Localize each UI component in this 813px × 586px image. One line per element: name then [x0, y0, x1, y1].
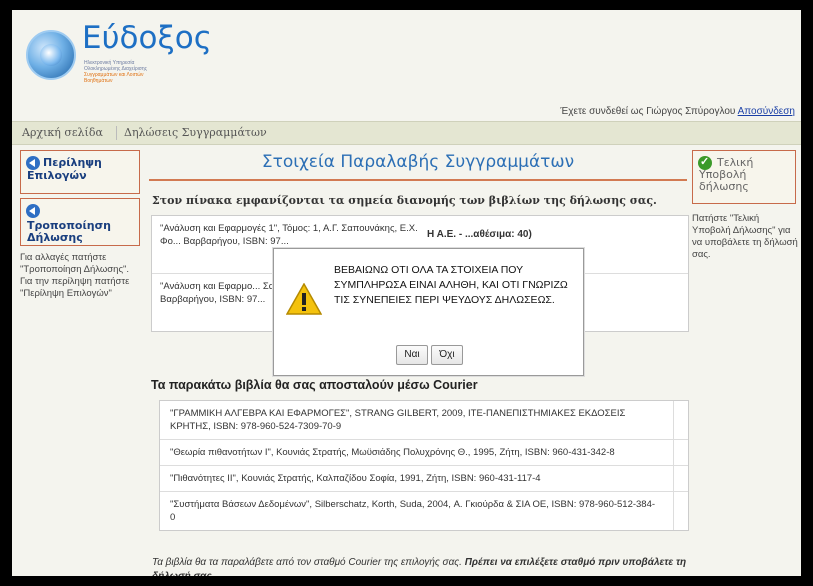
- arrow-left-icon: [26, 204, 40, 218]
- sidebar-help-text: Για αλλαγές πατήστε "Τροποποίηση Δήλωσης…: [20, 252, 130, 299]
- summary-button[interactable]: Περίληψη Επιλογών: [20, 150, 140, 194]
- browser-page: Εύδοξος Ηλεκτρονική Υπηρεσία Ολοκληρωμέν…: [12, 10, 801, 576]
- table-row: "Πιθανότητες ΙΙ", Κουνιάς Στρατής, Καλπα…: [160, 466, 688, 492]
- page-title: Στοιχεία Παραλαβής Συγγραμμάτων: [261, 152, 575, 172]
- logout-link[interactable]: Αποσύνδεση: [738, 106, 795, 117]
- distribution-point-cell: Η Α.Ε. - ...αθέσιμα: 40): [427, 229, 532, 240]
- logo-subtitle: Ηλεκτρονική Υπηρεσία Ολοκληρωμένης Διαχε…: [84, 60, 148, 84]
- modify-declaration-button[interactable]: Τροποποίηση Δήλωσης: [20, 198, 140, 246]
- title-divider: [149, 179, 687, 181]
- no-button[interactable]: Όχι: [431, 345, 463, 365]
- header: Εύδοξος Ηλεκτρονική Υπηρεσία Ολοκληρωμέν…: [12, 10, 801, 125]
- confirmation-dialog: ΒΕΒΑΙΩΝΩ ΟΤΙ ΟΛΑ ΤΑ ΣΤΟΙΧΕΙΑ ΠΟΥ ΣΥΜΠΛΗΡ…: [273, 248, 584, 376]
- dialog-message: ΒΕΒΑΙΩΝΩ ΟΤΙ ΟΛΑ ΤΑ ΣΤΟΙΧΕΙΑ ΠΟΥ ΣΥΜΠΛΗΡ…: [334, 264, 568, 306]
- intro-text: Στον πίνακα εμφανίζονται τα σημεία διανο…: [152, 194, 657, 207]
- courier-footnote: Τα βιβλία θα τα παραλάβετε από τον σταθμ…: [152, 557, 687, 576]
- courier-section-title: Τα παρακάτω βιβλία θα σας αποσταλούν μέσ…: [151, 378, 478, 392]
- nav-home-link[interactable]: Αρχική σελίδα: [22, 126, 103, 139]
- logo-icon: [26, 30, 76, 80]
- right-help-text: Πατήστε "Τελική Υποβολή Δήλωσης" για να …: [692, 213, 798, 260]
- logo-title: Εύδοξος: [82, 20, 212, 56]
- table-row: "Θεωρία πιθανοτήτων Ι", Κουνιάς Στρατής,…: [160, 440, 688, 466]
- final-submit-button[interactable]: Τελική Υποβολή δήλωσης: [692, 150, 796, 204]
- nav-declarations-link[interactable]: Δηλώσεις Συγγραμμάτων: [124, 126, 267, 139]
- table-row: "ΓΡΑΜΜΙΚΗ ΑΛΓΕΒΡΑ ΚΑΙ ΕΦΑΡΜΟΓΕΣ", STRANG…: [160, 401, 688, 440]
- top-nav: Αρχική σελίδα Δηλώσεις Συγγραμμάτων: [12, 121, 801, 145]
- table-row: "Συστήματα Βάσεων Δεδομένων", Silberscha…: [160, 492, 688, 530]
- courier-table: "ΓΡΑΜΜΙΚΗ ΑΛΓΕΒΡΑ ΚΑΙ ΕΦΑΡΜΟΓΕΣ", STRANG…: [159, 400, 689, 531]
- nav-divider: [116, 126, 117, 140]
- book-cell: "Ανάλυση και Εφαρμογές 1", Τόμος: 1, Α.Γ…: [160, 223, 418, 247]
- user-status: Έχετε συνδεθεί ως Γιώργος Σπύρογλου Αποσ…: [560, 106, 795, 117]
- yes-button[interactable]: Ναι: [396, 345, 428, 365]
